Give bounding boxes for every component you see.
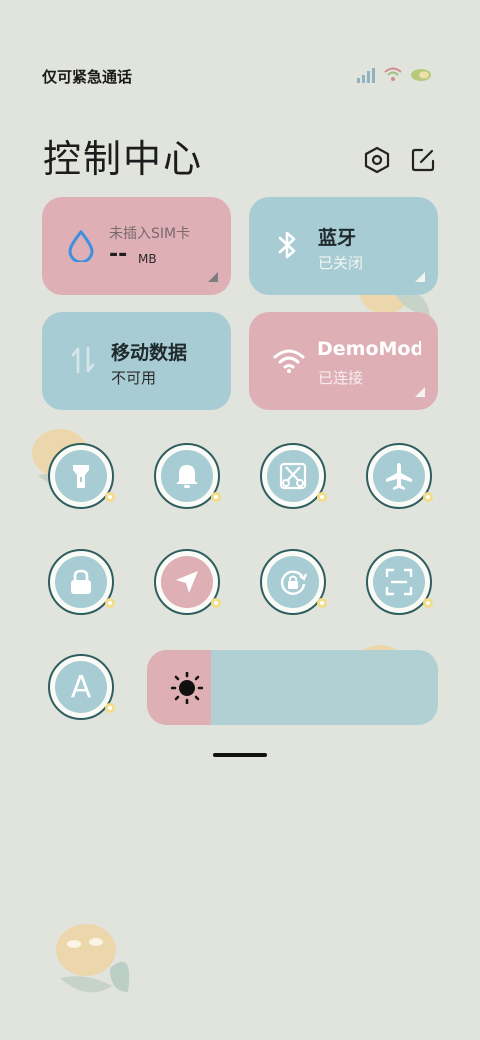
bluetooth-status: 已关闭 bbox=[318, 254, 364, 272]
flower-badge-icon bbox=[423, 492, 433, 502]
bell-icon bbox=[176, 465, 198, 488]
gear-icon bbox=[364, 146, 390, 174]
brightness-slider[interactable] bbox=[147, 650, 438, 725]
bluetooth-label: 蓝牙 bbox=[318, 227, 357, 249]
flower-decoration bbox=[56, 924, 130, 993]
settings-button[interactable] bbox=[362, 145, 392, 175]
battery-icon bbox=[411, 69, 431, 81]
bluetooth-tile[interactable]: 蓝牙 已关闭 bbox=[249, 197, 438, 295]
lock-icon bbox=[71, 569, 91, 594]
airplane-toggle[interactable] bbox=[366, 443, 433, 509]
flower-badge-icon bbox=[317, 492, 327, 502]
scan-icon bbox=[385, 568, 413, 596]
lock-screen-toggle[interactable] bbox=[48, 549, 115, 615]
flower-badge-icon bbox=[105, 492, 115, 502]
wifi-network-label: DemoMod bbox=[317, 338, 421, 360]
letter-a-icon: A bbox=[70, 669, 92, 705]
rotate-lock-icon bbox=[280, 570, 308, 595]
status-carrier-text: 仅可紧急通话 bbox=[42, 68, 133, 86]
airplane-icon bbox=[386, 463, 412, 490]
signal-icon bbox=[357, 68, 375, 83]
wifi-status: 已连接 bbox=[318, 369, 364, 387]
mobile-data-label: 移动数据 bbox=[111, 342, 188, 364]
location-toggle[interactable] bbox=[154, 549, 221, 615]
scanner-toggle[interactable] bbox=[366, 549, 433, 615]
status-icons bbox=[356, 66, 432, 84]
expand-corner-icon bbox=[415, 387, 425, 397]
flower-badge-icon bbox=[105, 598, 115, 608]
expand-corner-icon bbox=[208, 272, 218, 282]
sun-icon bbox=[171, 672, 203, 704]
data-arrows-icon bbox=[71, 346, 95, 374]
edit-button[interactable] bbox=[408, 145, 438, 175]
wifi-tile[interactable]: DemoMod 已连接 bbox=[249, 312, 438, 410]
water-drop-icon bbox=[68, 230, 94, 262]
mobile-data-tile[interactable]: 移动数据 不可用 bbox=[42, 312, 231, 410]
home-indicator[interactable] bbox=[213, 753, 267, 757]
screenshot-toggle[interactable] bbox=[260, 443, 327, 509]
expand-corner-icon bbox=[415, 272, 425, 282]
wifi-icon bbox=[273, 349, 305, 373]
flashlight-toggle[interactable] bbox=[48, 443, 115, 509]
data-usage-value: -- bbox=[109, 242, 128, 267]
page-title: 控制中心 bbox=[43, 137, 204, 181]
flower-badge-icon bbox=[423, 598, 433, 608]
mute-toggle[interactable] bbox=[154, 443, 221, 509]
data-usage-unit: MB bbox=[138, 252, 157, 266]
auto-rotate-toggle[interactable] bbox=[260, 549, 327, 615]
data-usage-label: 未插入SIM卡 bbox=[109, 226, 191, 242]
data-usage-tile[interactable]: 未插入SIM卡 -- MB bbox=[42, 197, 231, 295]
location-arrow-icon bbox=[176, 571, 198, 593]
flower-badge-icon bbox=[105, 703, 115, 713]
mobile-data-status: 不可用 bbox=[111, 369, 157, 387]
flashlight-icon bbox=[73, 465, 89, 488]
flower-badge-icon bbox=[211, 492, 221, 502]
flower-badge-icon bbox=[317, 598, 327, 608]
wifi-icon bbox=[384, 67, 402, 81]
scissors-icon bbox=[279, 462, 307, 490]
bluetooth-icon bbox=[278, 231, 296, 259]
flower-badge-icon bbox=[211, 598, 221, 608]
auto-brightness-toggle[interactable]: A bbox=[48, 654, 115, 720]
edit-icon bbox=[411, 148, 435, 172]
